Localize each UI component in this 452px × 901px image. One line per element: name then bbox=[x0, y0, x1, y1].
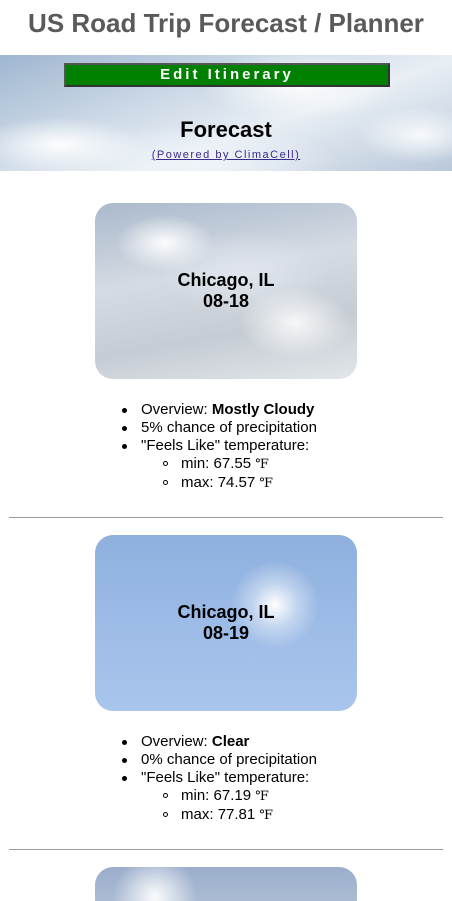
forecast-day: Chicago, IL 08-19 Overview: Clear 0% cha… bbox=[0, 535, 452, 825]
feels-like-sublist: min: 67.19 ℉ max: 77.81 ℉ bbox=[141, 787, 452, 825]
forecast-day bbox=[0, 867, 452, 901]
edit-itinerary-button[interactable]: Edit Itinerary bbox=[64, 63, 390, 87]
forecast-hero-banner: Edit Itinerary Forecast (Powered by Clim… bbox=[0, 55, 452, 171]
forecast-date: 08-19 bbox=[202, 623, 250, 643]
overview-label: Overview: bbox=[141, 733, 212, 750]
overview-value: Mostly Cloudy bbox=[211, 401, 315, 418]
forecast-city: Chicago, IL bbox=[177, 270, 275, 290]
forecast-details-list: Overview: Mostly Cloudy 5% chance of pre… bbox=[0, 401, 452, 493]
min-temp-value: 67.55 bbox=[213, 455, 252, 472]
max-temp-value: 74.57 bbox=[217, 474, 256, 491]
forecast-day: Chicago, IL 08-18 Overview: Mostly Cloud… bbox=[0, 203, 452, 493]
max-temp-item: max: 77.81 ℉ bbox=[141, 806, 452, 825]
overview-item: Overview: Mostly Cloudy bbox=[0, 401, 452, 419]
min-temp-item: min: 67.55 ℉ bbox=[141, 455, 452, 474]
min-temp-label: min: bbox=[181, 455, 214, 472]
forecast-card: Chicago, IL 08-19 bbox=[95, 535, 357, 711]
max-temp-label: max: bbox=[181, 474, 218, 491]
forecast-heading: Forecast bbox=[180, 117, 272, 142]
precipitation-item: 5% chance of precipitation bbox=[0, 419, 452, 437]
feels-like-label: "Feels Like" temperature: bbox=[141, 437, 310, 454]
forecast-city: Chicago, IL bbox=[177, 602, 275, 622]
precipitation-value: 0% bbox=[141, 751, 163, 768]
precipitation-label: chance of precipitation bbox=[162, 419, 317, 436]
min-temp-label: min: bbox=[181, 787, 214, 804]
min-temp-value: 67.19 bbox=[213, 787, 252, 804]
max-temp-label: max: bbox=[181, 806, 218, 823]
forecast-card bbox=[95, 867, 357, 901]
temp-unit: ℉ bbox=[259, 808, 274, 823]
temp-unit: ℉ bbox=[255, 789, 269, 804]
precipitation-label: chance of precipitation bbox=[162, 751, 317, 768]
overview-item: Overview: Clear bbox=[0, 733, 452, 751]
overview-label: Overview: bbox=[141, 401, 212, 418]
precipitation-value: 5% bbox=[141, 419, 163, 436]
day-divider bbox=[9, 517, 443, 518]
forecast-date: 08-18 bbox=[202, 291, 250, 311]
powered-by-climacell-link[interactable]: (Powered by ClimaCell) bbox=[0, 149, 452, 161]
min-temp-item: min: 67.19 ℉ bbox=[141, 787, 452, 806]
max-temp-item: max: 74.57 ℉ bbox=[141, 474, 452, 493]
temp-unit: ℉ bbox=[259, 476, 274, 491]
feels-like-item: "Feels Like" temperature: min: 67.55 ℉ m… bbox=[0, 437, 452, 493]
page-title: US Road Trip Forecast / Planner bbox=[28, 8, 424, 38]
day-divider bbox=[9, 849, 443, 850]
overview-value: Clear bbox=[211, 733, 250, 750]
feels-like-sublist: min: 67.55 ℉ max: 74.57 ℉ bbox=[141, 455, 452, 493]
temp-unit: ℉ bbox=[255, 457, 269, 472]
precipitation-item: 0% chance of precipitation bbox=[0, 751, 452, 769]
feels-like-label: "Feels Like" temperature: bbox=[141, 769, 310, 786]
max-temp-value: 77.81 bbox=[217, 806, 256, 823]
feels-like-item: "Feels Like" temperature: min: 67.19 ℉ m… bbox=[0, 769, 452, 825]
forecast-details-list: Overview: Clear 0% chance of precipitati… bbox=[0, 733, 452, 825]
forecast-card: Chicago, IL 08-18 bbox=[95, 203, 357, 379]
